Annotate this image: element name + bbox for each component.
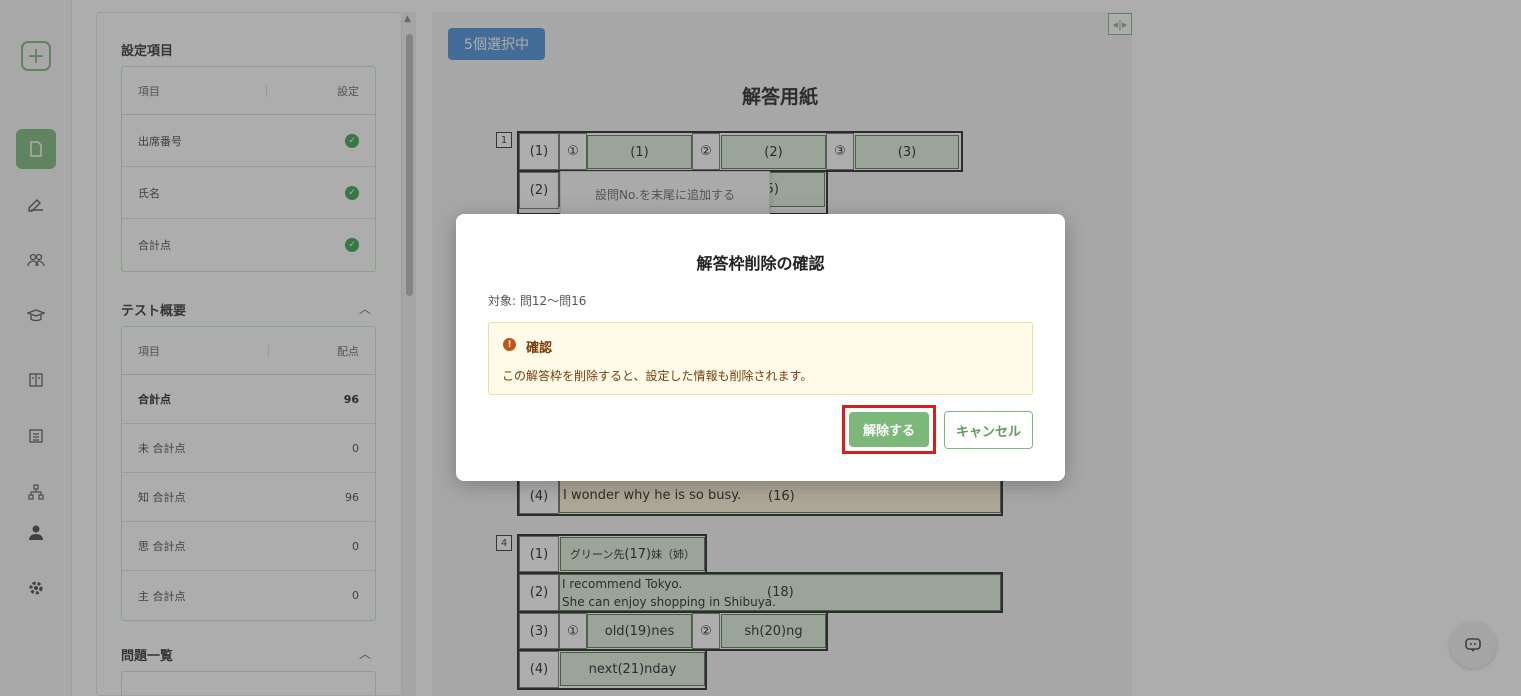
dialog-target: 対象: 問12〜問16 (488, 294, 587, 308)
dialog-title: 解答枠削除の確認 (696, 254, 825, 273)
delete-confirm-dialog: 解答枠削除の確認 対象: 問12〜問16 ! 確認 この解答枠を削除すると、設定… (456, 214, 1065, 481)
warning-icon: ! (503, 338, 516, 351)
alert-message: この解答枠を削除すると、設定した情報も削除されます。 (502, 369, 813, 383)
highlight-box: 解除する (842, 405, 936, 454)
alert-title: 確認 (526, 341, 553, 356)
warning-alert: ! 確認 この解答枠を削除すると、設定した情報も削除されます。 (488, 322, 1033, 395)
cancel-button[interactable]: キャンセル (944, 411, 1033, 449)
confirm-delete-button[interactable]: 解除する (849, 412, 929, 447)
